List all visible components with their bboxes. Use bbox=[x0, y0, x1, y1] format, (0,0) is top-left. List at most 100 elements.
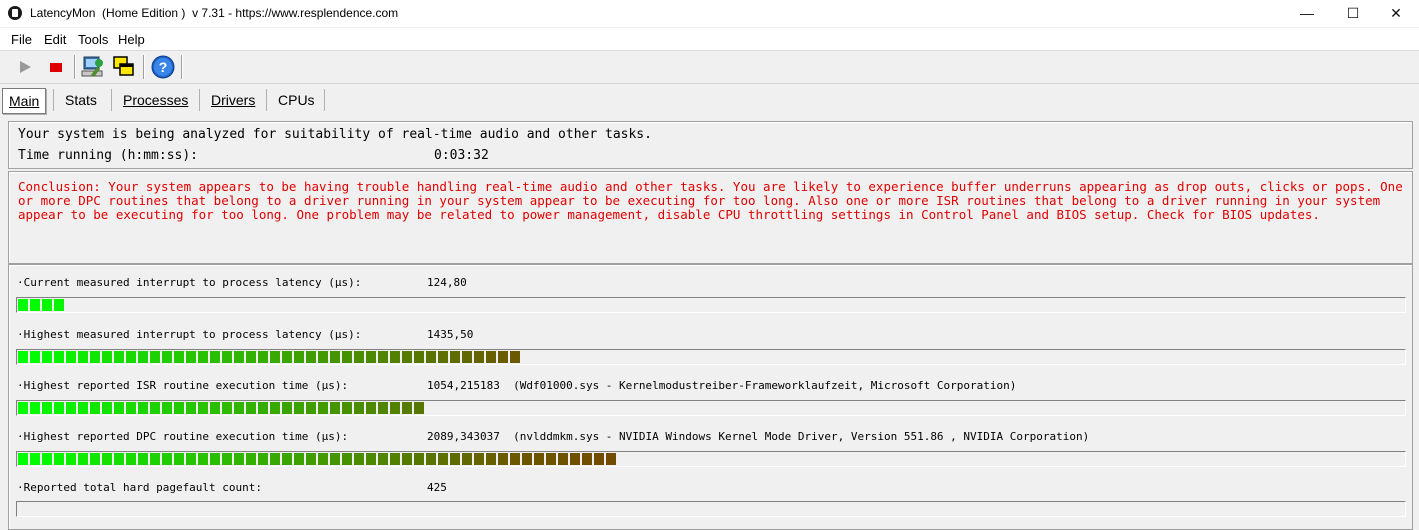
bar-segment bbox=[318, 453, 328, 465]
bar-segment bbox=[234, 402, 244, 414]
bar-segment bbox=[102, 453, 112, 465]
tab-processes[interactable]: Processes bbox=[117, 87, 194, 113]
window-title: LatencyMon (Home Edition ) v 7.31 - http… bbox=[30, 6, 399, 20]
bar-segment bbox=[138, 402, 148, 414]
menu-edit[interactable]: Edit bbox=[44, 32, 66, 47]
help-glyph: ? bbox=[159, 59, 168, 75]
bar-segment bbox=[510, 351, 520, 363]
bar-segment bbox=[90, 453, 100, 465]
bar-segment bbox=[114, 402, 124, 414]
metric-label-current-latency: ·Current measured interrupt to process l… bbox=[17, 276, 362, 289]
bar-segment bbox=[390, 351, 400, 363]
bar-segment bbox=[486, 453, 496, 465]
bar-segment bbox=[30, 453, 40, 465]
bar-segment bbox=[30, 351, 40, 363]
bar-segment bbox=[114, 351, 124, 363]
bar-segment bbox=[402, 351, 412, 363]
metric-label-highest-latency: ·Highest measured interrupt to process l… bbox=[17, 328, 362, 341]
tab-separator bbox=[266, 89, 267, 111]
bar-segment bbox=[282, 402, 292, 414]
bar-segment bbox=[306, 351, 316, 363]
bar-segment bbox=[126, 453, 136, 465]
bar-segment bbox=[498, 453, 508, 465]
bar-segment bbox=[330, 453, 340, 465]
bar-segment bbox=[366, 402, 376, 414]
bar-segment bbox=[126, 351, 136, 363]
metric-value-pagefault-count: 425 bbox=[427, 481, 447, 494]
bar-segment bbox=[354, 453, 364, 465]
windows-icon[interactable] bbox=[111, 54, 137, 80]
stop-icon[interactable] bbox=[43, 54, 69, 80]
bar-segment bbox=[270, 351, 280, 363]
bar-segment bbox=[150, 453, 160, 465]
bar-segment bbox=[486, 351, 496, 363]
bar-segment bbox=[474, 453, 484, 465]
bar-segment bbox=[78, 453, 88, 465]
bar-fill bbox=[18, 299, 66, 311]
bar-segment bbox=[42, 299, 52, 311]
bar-segment bbox=[210, 402, 220, 414]
bar-segment bbox=[498, 351, 508, 363]
bar-segment bbox=[270, 402, 280, 414]
bar-segment bbox=[66, 351, 76, 363]
tab-main[interactable]: Main bbox=[2, 88, 47, 114]
bar-segment bbox=[78, 351, 88, 363]
bar-segment bbox=[54, 299, 64, 311]
bar-segment bbox=[30, 299, 40, 311]
tab-cpus-label: CPUs bbox=[278, 92, 315, 108]
bar-segment bbox=[78, 402, 88, 414]
metric-value-highest-latency: 1435,50 bbox=[427, 328, 474, 341]
metric-label-pagefault-count: ·Reported total hard pagefault count: bbox=[17, 481, 263, 494]
tab-separator bbox=[111, 89, 112, 111]
bar-segment bbox=[222, 453, 232, 465]
close-button[interactable]: ✕ bbox=[1373, 0, 1419, 27]
menu-help[interactable]: Help bbox=[118, 32, 145, 47]
toolbar: ? bbox=[0, 51, 1419, 84]
bar-segment bbox=[378, 351, 388, 363]
metric-value-current-latency: 124,80 bbox=[427, 276, 467, 289]
bar-segment bbox=[90, 402, 100, 414]
bar-segment bbox=[342, 453, 352, 465]
menu-bar: File Edit Tools Help bbox=[0, 28, 1419, 51]
menu-tools[interactable]: Tools bbox=[78, 32, 108, 47]
menu-file[interactable]: File bbox=[11, 32, 32, 47]
bar-segment bbox=[162, 402, 172, 414]
metric-value-isr-time: 1054,215183 (Wdf01000.sys - Kernelmodust… bbox=[427, 379, 1017, 392]
tab-separator bbox=[199, 89, 200, 111]
bar-segment bbox=[450, 351, 460, 363]
bar-segment bbox=[438, 351, 448, 363]
bar-segment bbox=[558, 453, 568, 465]
bar-segment bbox=[402, 453, 412, 465]
bar-segment bbox=[318, 402, 328, 414]
tab-cpus[interactable]: CPUs bbox=[272, 87, 321, 113]
bar-segment bbox=[438, 453, 448, 465]
bar-segment bbox=[294, 351, 304, 363]
bar-fill bbox=[18, 453, 618, 465]
bar-segment bbox=[234, 453, 244, 465]
bar-segment bbox=[138, 351, 148, 363]
tab-drivers[interactable]: Drivers bbox=[205, 87, 261, 113]
computer-icon[interactable] bbox=[80, 54, 106, 80]
bar-fill bbox=[18, 402, 426, 414]
bar-segment bbox=[534, 453, 544, 465]
bar-segment bbox=[42, 402, 52, 414]
bar-segment bbox=[186, 402, 196, 414]
bar-segment bbox=[390, 402, 400, 414]
bar-segment bbox=[318, 351, 328, 363]
bar-segment bbox=[414, 453, 424, 465]
bar-segment bbox=[66, 453, 76, 465]
play-icon[interactable] bbox=[12, 54, 38, 80]
help-icon[interactable]: ? bbox=[150, 54, 176, 80]
bar-segment bbox=[462, 351, 472, 363]
conclusion-panel: Conclusion: Your system appears to be ha… bbox=[8, 171, 1413, 264]
toolbar-separator bbox=[143, 55, 145, 79]
latency-bar-highest bbox=[16, 349, 1406, 365]
bar-segment bbox=[522, 453, 532, 465]
bar-segment bbox=[510, 453, 520, 465]
bar-segment bbox=[246, 402, 256, 414]
minimize-button[interactable]: — bbox=[1284, 0, 1330, 27]
bar-segment bbox=[426, 453, 436, 465]
maximize-button[interactable]: ☐ bbox=[1330, 0, 1376, 27]
tab-stats[interactable]: Stats bbox=[59, 87, 103, 113]
bar-segment bbox=[426, 351, 436, 363]
